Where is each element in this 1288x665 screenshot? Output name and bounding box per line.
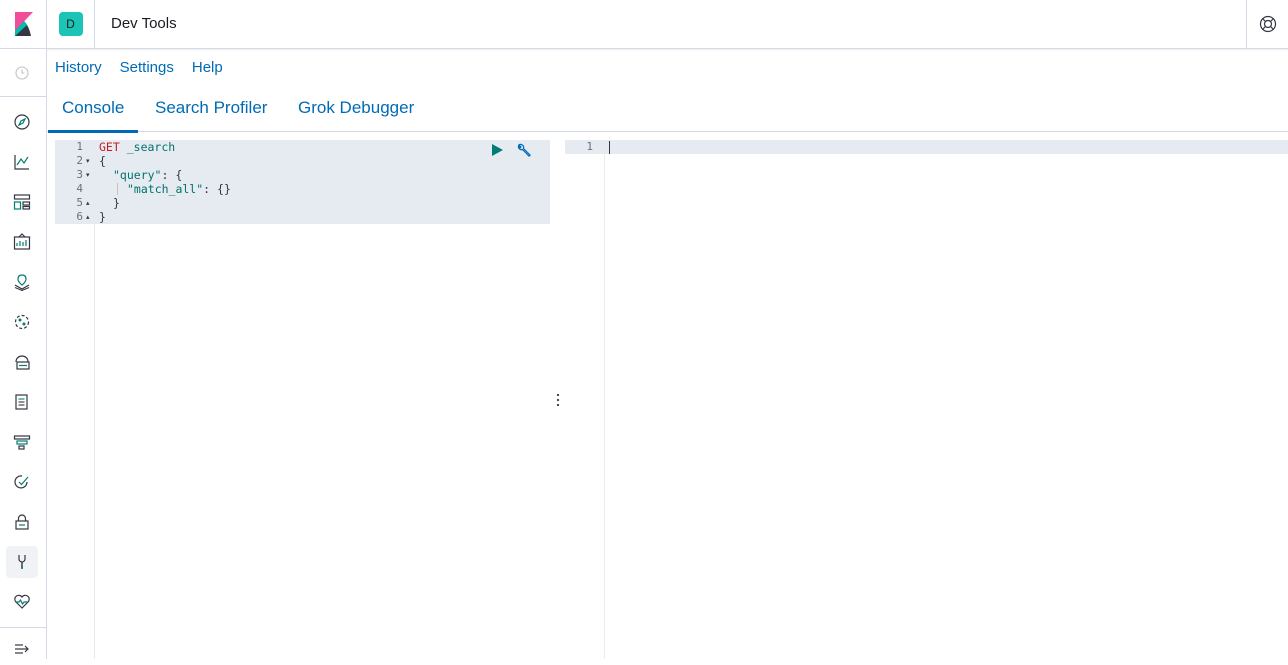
nav-dev-tools[interactable] xyxy=(6,546,38,578)
lock-icon xyxy=(15,514,29,530)
infra-icon xyxy=(15,355,30,370)
fold-toggle[interactable]: ▾ xyxy=(86,157,90,165)
output-active-line xyxy=(565,140,1288,154)
apm-icon xyxy=(13,435,31,450)
nav-siem[interactable] xyxy=(6,506,38,538)
page-title: Dev Tools xyxy=(111,15,177,32)
line-number: 6 xyxy=(76,210,83,223)
code-line-5: } xyxy=(113,196,120,210)
side-navigation xyxy=(0,49,47,659)
heartbeat-icon xyxy=(14,594,30,609)
nav-uptime[interactable] xyxy=(6,466,38,498)
chart-icon xyxy=(14,155,29,170)
canvas-icon xyxy=(13,233,31,250)
nav-recently-viewed[interactable] xyxy=(6,57,38,89)
fold-toggle[interactable]: ▾ xyxy=(86,171,90,179)
json-key: "match_all" xyxy=(127,182,204,196)
collapse-icon xyxy=(15,644,29,654)
tab-search-profiler[interactable]: Search Profiler xyxy=(155,84,267,132)
menu-history-link[interactable]: History xyxy=(55,59,102,76)
line-number: 5 xyxy=(76,196,83,209)
devtools-top-menu: History Settings Help xyxy=(55,59,241,76)
clock-icon xyxy=(15,66,29,80)
line-number: 3 xyxy=(76,168,83,181)
output-gutter xyxy=(565,140,605,659)
logs-icon xyxy=(15,394,28,410)
kibana-logo-icon xyxy=(15,12,33,36)
wrench-settings-icon[interactable] xyxy=(516,143,532,159)
tab-console[interactable]: Console xyxy=(47,84,139,133)
compass-icon xyxy=(14,114,30,130)
kibana-logo[interactable] xyxy=(0,0,47,48)
nav-logs[interactable] xyxy=(6,386,38,418)
nav-divider xyxy=(0,96,47,97)
request-method: GET xyxy=(99,140,120,154)
nav-maps[interactable] xyxy=(6,266,38,298)
code-line-3: "query": { xyxy=(113,168,182,182)
drag-handle-icon xyxy=(556,393,559,406)
console-output-panel[interactable]: 1 xyxy=(565,140,1288,659)
space-selector[interactable]: D xyxy=(47,0,95,48)
wrench-icon xyxy=(18,555,26,569)
json-punct: : {} xyxy=(203,182,231,196)
code-line-1: GET _search xyxy=(99,140,175,154)
request-url: _search xyxy=(126,140,176,154)
devtools-tabs: Console Search Profiler Grok Debugger xyxy=(47,84,1288,133)
line-number: 4 xyxy=(76,182,83,195)
uptime-icon xyxy=(14,475,29,489)
panel-resizer[interactable] xyxy=(550,140,565,659)
line-number: 1 xyxy=(76,140,83,153)
nav-canvas[interactable] xyxy=(6,226,38,258)
fold-toggle[interactable]: ▴ xyxy=(86,199,90,207)
console-request-editor[interactable]: 1 2 3 4 5 6 ▾ ▾ ▴ ▴ GET _search { "query… xyxy=(55,140,550,659)
nav-visualize[interactable] xyxy=(6,146,38,178)
text-cursor xyxy=(609,141,610,154)
nav-dashboard[interactable] xyxy=(6,186,38,218)
code-line-2: { xyxy=(99,154,106,168)
help-menu-button[interactable] xyxy=(1246,0,1288,48)
request-actions xyxy=(490,143,532,159)
fold-toggle[interactable]: ▴ xyxy=(86,213,90,221)
lifebuoy-icon xyxy=(1259,15,1276,33)
ml-icon xyxy=(14,314,30,330)
json-punct: : { xyxy=(161,168,183,182)
nav-monitoring[interactable] xyxy=(6,586,38,618)
nav-infrastructure[interactable] xyxy=(6,346,38,378)
map-pin-icon xyxy=(14,274,30,291)
menu-settings-link[interactable]: Settings xyxy=(120,59,174,76)
play-icon[interactable] xyxy=(490,143,504,157)
indent-guide xyxy=(117,183,118,195)
tab-grok-debugger[interactable]: Grok Debugger xyxy=(298,84,414,132)
output-line-number: 1 xyxy=(586,140,593,153)
nav-divider xyxy=(0,627,47,628)
nav-apm[interactable] xyxy=(6,426,38,458)
line-number: 2 xyxy=(76,154,83,167)
nav-discover[interactable] xyxy=(6,106,38,138)
menu-help-link[interactable]: Help xyxy=(192,59,223,76)
space-avatar: D xyxy=(58,12,83,36)
json-key: "query" xyxy=(113,168,162,182)
code-line-6: } xyxy=(99,210,106,224)
top-header: D Dev Tools xyxy=(0,0,1288,49)
nav-machine-learning[interactable] xyxy=(6,306,38,338)
dashboard-icon xyxy=(13,194,31,210)
nav-collapse-button[interactable] xyxy=(6,633,38,665)
code-line-4: "match_all": {} xyxy=(127,182,231,196)
